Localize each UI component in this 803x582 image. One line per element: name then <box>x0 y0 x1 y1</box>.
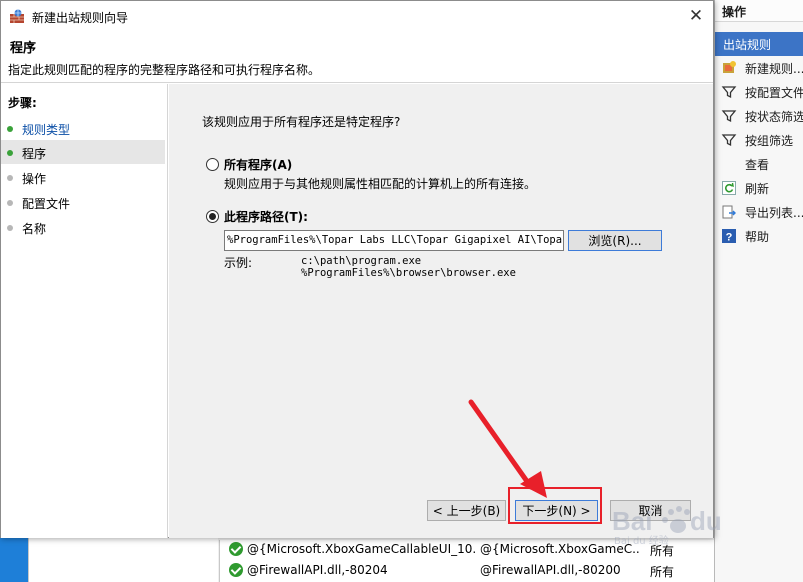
help-icon: ? <box>721 228 737 244</box>
action-label: 导出列表... <box>745 205 803 220</box>
annotation-highlight-box <box>508 487 602 524</box>
title-bar[interactable]: 新建出站规则向导 ✕ <box>1 1 713 32</box>
action-filter-profile[interactable]: 按配置文件筛选 <box>715 80 803 104</box>
actions-section-outbound-rules[interactable]: 出站规则 <box>715 32 803 56</box>
step-status-dot <box>7 200 13 206</box>
step-name: 名称 <box>1 215 165 239</box>
mmc-tree-pane <box>28 535 218 582</box>
rule-name: @FirewallAPI.dll,-80204 <box>247 563 388 577</box>
rule-group: @FirewallAPI.dll,-80200 <box>480 563 621 577</box>
action-new-rule[interactable]: 新建规则... <box>715 56 803 80</box>
step-rule-type[interactable]: 规则类型 <box>1 116 165 140</box>
table-row[interactable]: @FirewallAPI.dll,-80204 @FirewallAPI.dll… <box>220 561 715 581</box>
export-icon <box>721 204 737 220</box>
svg-text:du: du <box>690 506 722 536</box>
new-rule-icon <box>721 60 737 76</box>
step-profile: 配置文件 <box>1 190 165 214</box>
action-export-list[interactable]: 导出列表... <box>715 200 803 224</box>
back-button[interactable]: < 上一步(B) <box>427 500 506 521</box>
step-label: 程序 <box>22 147 47 161</box>
example-path-1: c:\path\program.exe <box>301 255 422 267</box>
step-status-dot <box>7 150 13 156</box>
filter-icon <box>721 84 737 100</box>
actions-header: 操作 <box>715 0 803 22</box>
browse-button[interactable]: 浏览(R)... <box>568 230 662 251</box>
option-all-programs-label[interactable]: 所有程序(A) <box>224 156 292 173</box>
steps-title: 步骤: <box>8 96 37 110</box>
page-description: 指定此规则匹配的程序的完整程序路径和可执行程序名称。 <box>8 63 321 77</box>
window-title: 新建出站规则向导 <box>32 11 129 25</box>
wizard-content: 该规则应用于所有程序还是特定程序? 所有程序(A) 规则应用于与其他规则属性相匹… <box>169 84 713 538</box>
steps-panel: 步骤: 规则类型 程序 操作 配置文件 名称 <box>1 84 168 538</box>
step-label: 配置文件 <box>22 197 71 211</box>
rule-name: @{Microsoft.XboxGameCallableUI_10... <box>247 542 475 556</box>
step-label: 规则类型 <box>22 123 71 137</box>
example-path-2: %ProgramFiles%\browser\browser.exe <box>301 267 516 279</box>
radio-all-programs[interactable] <box>206 158 219 171</box>
page-title: 程序 <box>10 41 37 56</box>
example-label: 示例: <box>224 256 253 270</box>
action-label: 按状态筛选 <box>745 109 803 124</box>
option-all-programs-desc: 规则应用于与其他规则属性相匹配的计算机上的所有连接。 <box>224 177 537 191</box>
action-label: 帮助 <box>745 229 770 244</box>
new-outbound-rule-wizard: 新建出站规则向导 ✕ 程序 指定此规则匹配的程序的完整程序路径和可执行程序名称。… <box>0 0 714 538</box>
option-program-path-label[interactable]: 此程序路径(T): <box>224 208 308 225</box>
step-status-dot <box>7 175 13 181</box>
actions-pane: 操作 出站规则 新建规则... 按配置文件筛选 按状态筛选 按组筛选 查看 刷新… <box>714 0 803 582</box>
step-label: 名称 <box>22 222 47 236</box>
action-label: 按配置文件筛选 <box>745 85 803 100</box>
action-refresh[interactable]: 刷新 <box>715 176 803 200</box>
step-status-dot <box>7 225 13 231</box>
rule-profile: 所有 <box>650 565 675 579</box>
program-path-input[interactable]: %ProgramFiles%\Topar Labs LLC\Topar Giga… <box>224 230 564 251</box>
wizard-header: 程序 指定此规则匹配的程序的完整程序路径和可执行程序名称。 <box>1 32 713 83</box>
step-action: 操作 <box>1 165 165 189</box>
watermark-text: Bai du 经验 <box>614 534 669 546</box>
action-label: 刷新 <box>745 181 770 196</box>
filter-icon <box>721 108 737 124</box>
action-label: 查看 <box>745 157 770 172</box>
svg-text:?: ? <box>726 232 733 244</box>
step-label: 操作 <box>22 172 47 186</box>
firewall-icon <box>9 8 25 24</box>
desktop-background <box>0 535 28 582</box>
svg-text:Bai: Bai <box>612 506 652 536</box>
filter-icon <box>721 132 737 148</box>
action-filter-group[interactable]: 按组筛选 <box>715 128 803 152</box>
radio-this-program-path[interactable] <box>206 210 219 223</box>
step-program[interactable]: 程序 <box>1 140 165 164</box>
actions-title: 操作 <box>722 5 747 19</box>
refresh-icon <box>721 180 737 196</box>
rules-list: @{Microsoft.XboxGameCallableUI_10... @{M… <box>219 540 714 582</box>
action-filter-state[interactable]: 按状态筛选 <box>715 104 803 128</box>
action-label: 按组筛选 <box>745 133 794 148</box>
action-view[interactable]: 查看 <box>715 152 803 176</box>
baidu-watermark-logo: Bai du Bai du 经验 <box>612 506 722 546</box>
close-button[interactable]: ✕ <box>681 4 711 28</box>
enabled-check-icon <box>229 563 243 577</box>
action-label: 新建规则... <box>745 61 803 76</box>
step-status-dot <box>7 126 13 132</box>
question-text: 该规则应用于所有程序还是特定程序? <box>202 115 401 129</box>
action-help[interactable]: ? 帮助 <box>715 224 803 248</box>
enabled-check-icon <box>229 542 243 556</box>
